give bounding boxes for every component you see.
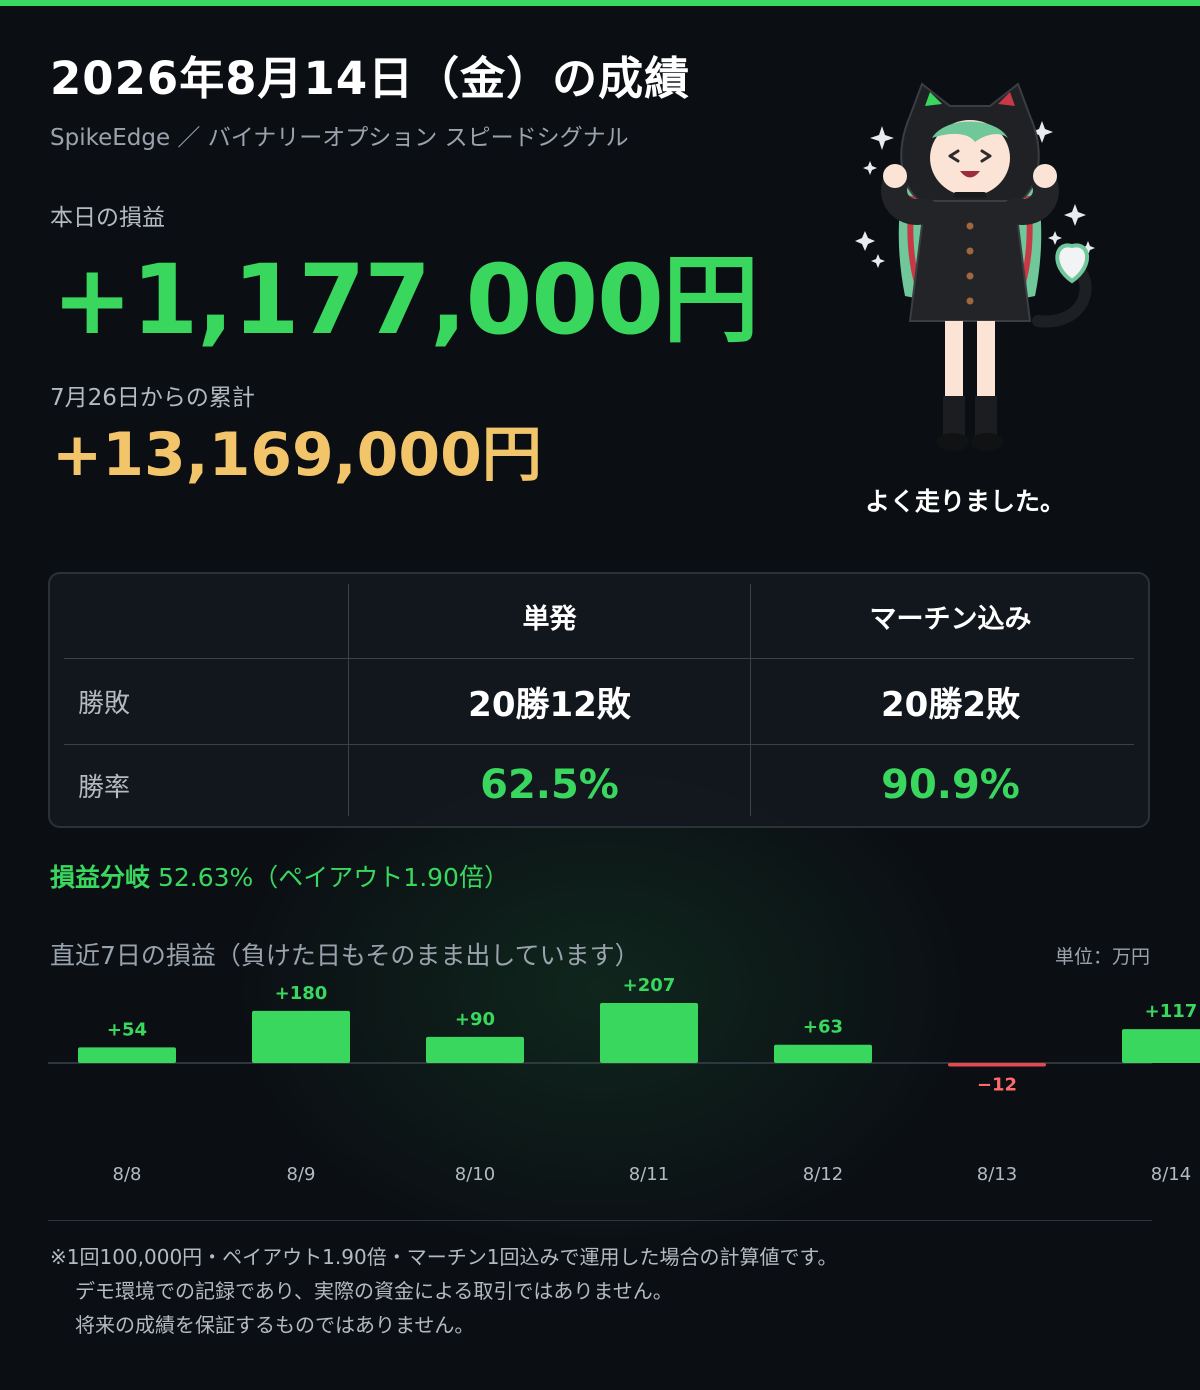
- chart-value-label: −12: [977, 1074, 1017, 1095]
- disclaimer-notes: ※1回100,000円・ペイアウト1.90倍・マーチン1回込みで運用した場合の計…: [50, 1240, 837, 1342]
- today-pl-value: +1,177,000円: [52, 244, 759, 356]
- chart-bar: [252, 1010, 350, 1063]
- chart-value-label: +54: [107, 1019, 147, 1040]
- daily-pl-bar-chart: +54 8/8 +180 8/9 +90 8/10 +207 8/11 +63 8/12 −12 8/…: [48, 975, 1200, 1185]
- chart-x-tick-label: 8/11: [629, 1164, 669, 1185]
- chart-x-tick-label: 8/14: [1151, 1164, 1191, 1185]
- chart-x-tick-label: 8/9: [287, 1164, 316, 1185]
- chart-bar: [948, 1063, 1046, 1067]
- chart-value-label: +180: [275, 983, 328, 1004]
- page-subtitle: SpikeEdge ／ バイナリーオプション スピードシグナル: [50, 125, 629, 151]
- chart-bar: [78, 1047, 176, 1063]
- record-martingale: 20勝2敗: [881, 684, 1020, 725]
- page-title: 2026年8月14日（金）の成績: [50, 52, 691, 105]
- chart-x-tick-label: 8/10: [455, 1164, 495, 1185]
- top-accent-bar: [0, 0, 1200, 6]
- chart-value-label: +117: [1145, 1001, 1198, 1022]
- record-single: 20勝12敗: [468, 684, 631, 725]
- column-header-martingale: マーチン込み: [869, 603, 1032, 635]
- notes-divider: [48, 1220, 1152, 1221]
- chart-bar: [426, 1036, 524, 1063]
- chart-bar: [774, 1044, 872, 1063]
- chart-bar: [600, 1003, 698, 1063]
- disclaimer-line: 将来の成績を保証するものではありません。: [75, 1313, 475, 1337]
- cumulative-value: +13,169,000円: [52, 420, 542, 490]
- column-header-single: 単発: [522, 603, 577, 635]
- stats-table: 単発 マーチン込み 勝敗 20勝12敗 20勝2敗 勝率 62.5% 90.9%: [48, 572, 1150, 828]
- breakeven-value: 52.63%（ペイアウト1.90倍）: [157, 863, 509, 892]
- chart-x-tick-label: 8/13: [977, 1164, 1017, 1185]
- disclaimer-line: ※1回100,000円・ペイアウト1.90倍・マーチン1回込みで運用した場合の計…: [50, 1245, 838, 1269]
- mascot-caption: よく走りました。: [864, 487, 1065, 516]
- chart-bar: [1122, 1029, 1200, 1063]
- winrate-martingale: 90.9%: [881, 762, 1020, 808]
- breakeven-line: 損益分岐 52.63%（ペイアウト1.90倍）: [50, 858, 509, 894]
- breakeven-label: 損益分岐: [50, 863, 151, 892]
- chart-value-label: +63: [803, 1017, 843, 1038]
- chart-value-label: +90: [455, 1009, 495, 1030]
- chart-value-label: +207: [623, 975, 676, 996]
- row-label-record: 勝敗: [78, 688, 131, 719]
- cat-hood-girl-illustration: [855, 82, 1095, 451]
- winrate-single: 62.5%: [480, 762, 619, 808]
- row-label-winrate: 勝率: [78, 772, 131, 803]
- disclaimer-line: デモ環境での記録であり、実際の資金による取引ではありません。: [75, 1279, 673, 1303]
- chart-x-tick-label: 8/8: [113, 1164, 142, 1185]
- chart-x-tick-label: 8/12: [803, 1164, 843, 1185]
